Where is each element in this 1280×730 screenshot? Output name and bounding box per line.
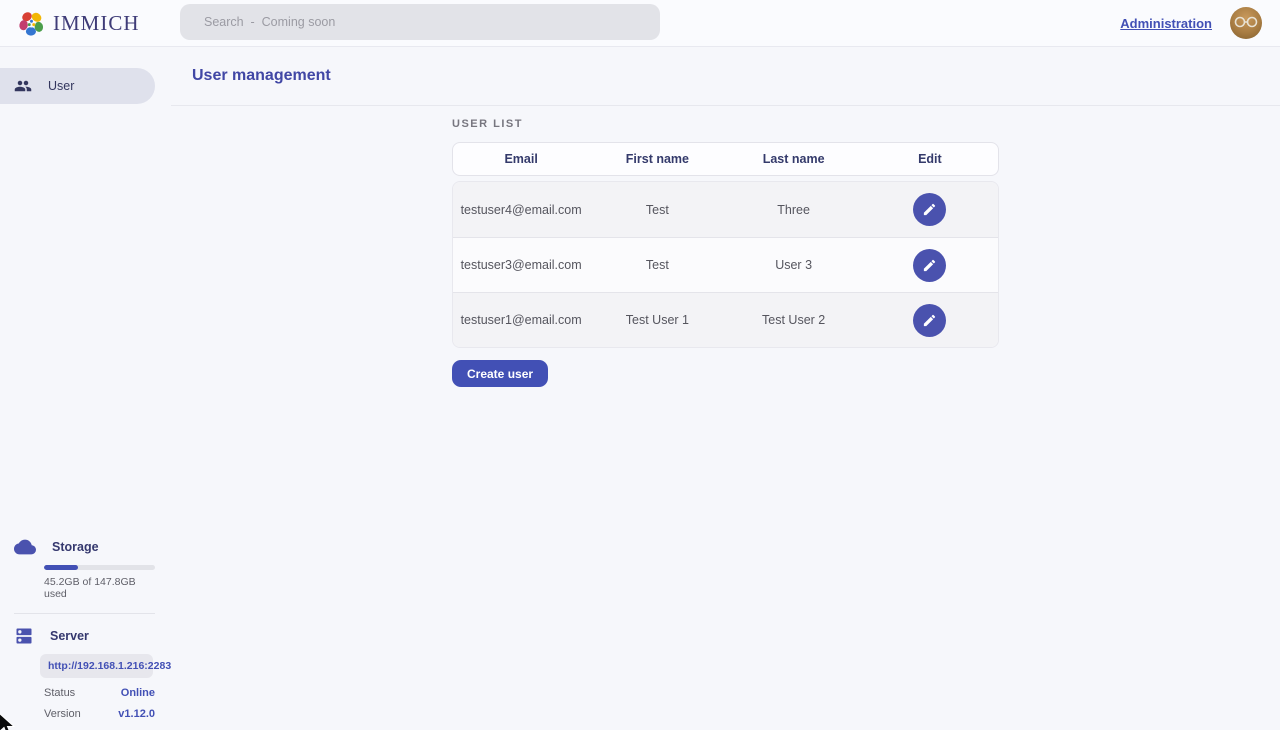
column-header-edit: Edit: [862, 152, 998, 166]
cell-first-name: Test: [589, 258, 725, 272]
top-navbar: IMMICH Administration: [0, 0, 1280, 47]
sidebar-footer: Storage 45.2GB of 147.8GB used Server ht…: [0, 536, 171, 720]
cell-last-name: User 3: [726, 258, 862, 272]
app-title: IMMICH: [53, 11, 140, 36]
cell-email: testuser3@email.com: [453, 258, 589, 272]
table-row: testuser3@email.com Test User 3: [453, 237, 998, 292]
cell-first-name: Test User 1: [589, 313, 725, 327]
cell-last-name: Test User 2: [726, 313, 862, 327]
server-icon: [14, 626, 34, 646]
server-title: Server: [50, 629, 89, 643]
main-content: User management USER LIST Email First na…: [171, 47, 1280, 730]
user-list-label: USER LIST: [452, 118, 999, 130]
cloud-icon: [14, 536, 36, 558]
status-label: Status: [44, 687, 75, 699]
server-version-row: Version v1.12.0: [44, 708, 155, 720]
server-status-row: Status Online: [44, 687, 155, 699]
pencil-icon: [922, 313, 937, 328]
version-value: v1.12.0: [118, 708, 155, 720]
sidebar-item-user[interactable]: User: [0, 68, 155, 104]
users-group-icon: [14, 77, 32, 95]
cell-email: testuser1@email.com: [453, 313, 589, 327]
sidebar-divider: [14, 613, 155, 614]
sidebar-item-user-label: User: [48, 79, 74, 93]
storage-usage-text: 45.2GB of 147.8GB used: [44, 576, 155, 600]
status-value: Online: [121, 687, 155, 699]
administration-link[interactable]: Administration: [1120, 16, 1212, 31]
immich-flower-icon: [18, 10, 45, 37]
user-table: testuser4@email.com Test Three testuser3…: [452, 181, 999, 348]
pencil-icon: [922, 202, 937, 217]
cell-email: testuser4@email.com: [453, 203, 589, 217]
sidebar: User Storage 45.2GB of 147.8GB used: [0, 47, 171, 730]
column-header-first-name: First name: [589, 152, 725, 166]
edit-user-button[interactable]: [913, 193, 946, 226]
glasses-icon: [1234, 16, 1258, 28]
page-title: User management: [192, 67, 331, 85]
table-row: testuser4@email.com Test Three: [453, 182, 998, 237]
cell-first-name: Test: [589, 203, 725, 217]
edit-user-button[interactable]: [913, 249, 946, 282]
column-header-email: Email: [453, 152, 589, 166]
create-user-button[interactable]: Create user: [452, 360, 548, 387]
storage-progress-fill: [44, 565, 78, 570]
page-header: User management: [171, 47, 1280, 106]
edit-user-button[interactable]: [913, 304, 946, 337]
pencil-icon: [922, 258, 937, 273]
table-row: testuser1@email.com Test User 1 Test Use…: [453, 292, 998, 347]
storage-progress-bar: [44, 565, 155, 570]
column-header-last-name: Last name: [726, 152, 862, 166]
app-logo[interactable]: IMMICH: [18, 10, 140, 37]
table-header-row: Email First name Last name Edit: [452, 142, 999, 176]
version-label: Version: [44, 708, 81, 720]
user-avatar[interactable]: [1230, 7, 1262, 39]
storage-title: Storage: [52, 540, 99, 554]
server-url: http://192.168.1.216:2283: [40, 654, 153, 678]
cell-last-name: Three: [726, 203, 862, 217]
search-input[interactable]: [180, 4, 660, 40]
